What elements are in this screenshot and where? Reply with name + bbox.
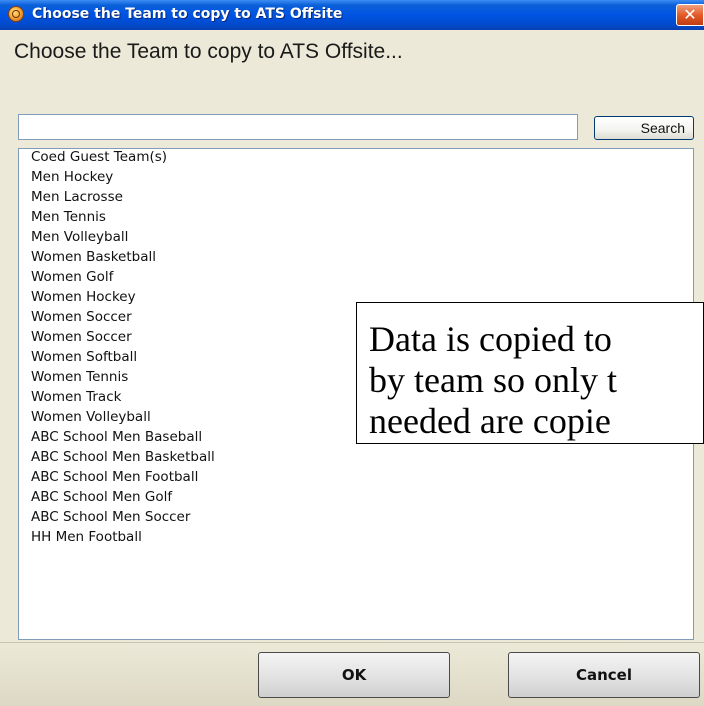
ok-button[interactable]: OK <box>258 652 450 698</box>
team-list-item[interactable]: Women Tennis <box>31 369 128 386</box>
team-list-item[interactable]: ABC School Men Golf <box>31 489 172 506</box>
search-input[interactable] <box>18 114 578 140</box>
team-list-item[interactable]: ABC School Men Soccer <box>31 509 190 526</box>
team-list-item[interactable]: Women Basketball <box>31 249 156 266</box>
team-list-item[interactable]: ABC School Men Football <box>31 469 198 486</box>
team-list-item[interactable]: Women Track <box>31 389 121 406</box>
team-list-item[interactable]: Women Soccer <box>31 329 132 346</box>
team-list-item[interactable]: Women Golf <box>31 269 113 286</box>
title-bar[interactable]: Choose the Team to copy to ATS Offsite ✕ <box>0 0 704 30</box>
team-list-item[interactable]: Men Lacrosse <box>31 189 123 206</box>
team-list-item[interactable]: ABC School Men Basketball <box>31 449 215 466</box>
app-icon <box>8 6 24 22</box>
team-list-item[interactable]: Men Tennis <box>31 209 106 226</box>
team-list-item[interactable]: Men Hockey <box>31 169 113 186</box>
team-list-item[interactable]: Coed Guest Team(s) <box>31 149 167 166</box>
team-list-item[interactable]: Women Volleyball <box>31 409 151 426</box>
callout-line: Data is copied to <box>369 319 612 359</box>
team-list-item[interactable]: Women Soccer <box>31 309 132 326</box>
window-title: Choose the Team to copy to ATS Offsite <box>32 6 343 22</box>
close-button[interactable]: ✕ <box>676 4 704 26</box>
close-icon: ✕ <box>683 5 697 24</box>
search-button[interactable]: Search <box>594 116 694 140</box>
team-list-item[interactable]: Men Volleyball <box>31 229 128 246</box>
callout-line: by team so only t <box>369 360 617 400</box>
cancel-button[interactable]: Cancel <box>508 652 700 698</box>
annotation-callout: Data is copied to by team so only t need… <box>356 302 704 444</box>
team-list-item[interactable]: HH Men Football <box>31 529 142 546</box>
dialog-heading: Choose the Team to copy to ATS Offsite..… <box>14 40 403 63</box>
team-list-item[interactable]: Women Hockey <box>31 289 136 306</box>
dialog-window: Choose the Team to copy to ATS Offsite ✕… <box>0 0 704 706</box>
team-list-item[interactable]: ABC School Men Baseball <box>31 429 202 446</box>
team-list-item[interactable]: Women Softball <box>31 349 137 366</box>
callout-line: needed are copie <box>369 401 611 441</box>
